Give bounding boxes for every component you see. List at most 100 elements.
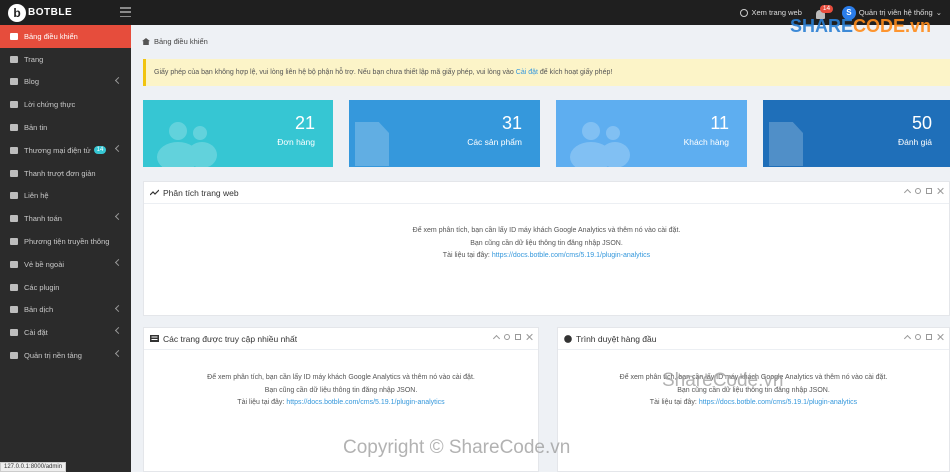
panel-message-line2: Bạn cũng cần dữ liệu thông tin đăng nhập… [470, 239, 623, 247]
reload-icon[interactable] [504, 334, 510, 340]
panel-message-line1: Để xem phân tích, bạn cần lấy ID máy khá… [412, 227, 681, 234]
panel-message-line1: Để xem phân tích, bạn cần lấy ID máy khá… [207, 374, 475, 381]
book-icon [9, 55, 18, 64]
sidebar-item-label: Bản dịch [24, 305, 54, 315]
stat-label: Các sản phẩm [467, 137, 522, 147]
file-icon [769, 122, 803, 166]
menu-toggle-icon[interactable] [120, 7, 131, 17]
sidebar-item-label: Vẻ bề ngoài [24, 259, 65, 269]
user-shield-icon [9, 351, 18, 360]
stat-label: Khách hàng [683, 137, 729, 147]
breadcrumb: Bảng điều khiển [142, 37, 208, 46]
stat-value: 21 [294, 113, 315, 133]
sidebar-item-label: Phương tiện truyền thông [24, 237, 110, 247]
globe-icon [564, 334, 572, 343]
sidebar-item[interactable]: Trang [0, 48, 131, 71]
docs-link[interactable]: https://docs.botble.com/cms/5.19.1/plugi… [699, 399, 857, 406]
stat-value: 50 [911, 113, 932, 133]
sidebar-item[interactable]: Các plugin [0, 276, 131, 299]
list-icon [150, 335, 159, 342]
sidebar-item[interactable]: Blog [0, 71, 131, 94]
chevron-left-icon [114, 304, 123, 312]
users-icon [562, 122, 630, 167]
watermark-copyright: Copyright © ShareCode.vn [343, 437, 571, 458]
globe-icon [740, 8, 749, 17]
brand-name: BOTBLE [28, 7, 73, 18]
panel-message-prefix: Tài liệu tại đây: [442, 252, 492, 259]
chevron-left-icon [114, 258, 123, 267]
fullscreen-icon[interactable] [515, 334, 521, 340]
collapse-icon[interactable] [903, 188, 912, 197]
alert-text: Giấy phép của bạn không hợp lệ, vui lòng… [154, 69, 516, 76]
close-icon[interactable] [937, 334, 943, 340]
collapse-icon[interactable] [903, 334, 912, 343]
sidebar-item[interactable]: Bản dịch [0, 299, 131, 322]
sidebar-item-label: Liên hệ [24, 191, 49, 201]
status-url: 127.0.0.1:8000/admin [0, 462, 67, 472]
sidebar-item[interactable]: Bản tin [0, 116, 131, 139]
sidebar-item[interactable]: Thanh trượt đơn giản [0, 162, 131, 185]
sidebar-item[interactable]: Thanh toán [0, 207, 131, 230]
image-icon [9, 169, 18, 178]
stat-value: 31 [501, 113, 522, 133]
close-icon[interactable] [937, 188, 943, 194]
stat-card[interactable]: 11 Khách hàng [556, 100, 747, 167]
sidebar-item[interactable]: Cài đặt [0, 321, 131, 344]
stat-label: Đơn hàng [277, 137, 315, 147]
panel-title: Trình duyệt hàng đầu [576, 333, 657, 344]
sidebar-item[interactable]: Phương tiện truyền thông [0, 230, 131, 253]
docs-link[interactable]: https://docs.botble.com/cms/5.19.1/plugi… [492, 252, 650, 259]
stat-value: 11 [710, 113, 729, 133]
credit-card-icon [9, 214, 18, 223]
envelope-icon [9, 191, 18, 200]
sidebar-item-label: Cài đặt [24, 328, 48, 338]
chevron-left-icon [114, 350, 123, 358]
breadcrumb-label[interactable]: Bảng điều khiển [154, 37, 208, 46]
watermark-logo: SHARECODE.vn [790, 16, 932, 36]
media-icon [9, 237, 18, 246]
file-icon [355, 122, 389, 166]
stat-label: Đánh giá [897, 137, 932, 147]
plug-icon [9, 283, 18, 292]
reload-icon[interactable] [915, 334, 921, 340]
sidebar-item-label: Lời chứng thực [24, 100, 76, 110]
home-icon [142, 38, 150, 45]
chevron-left-icon [114, 76, 123, 84]
users-icon [149, 122, 217, 167]
panel-message-line2: Bạn cũng cần dữ liệu thông tin đăng nhập… [264, 386, 418, 394]
stat-card[interactable]: 21 Đơn hàng [143, 100, 333, 167]
language-icon [9, 305, 18, 314]
comment-icon [9, 100, 18, 109]
sidebar-item-label: Thanh trượt đơn giản [24, 168, 96, 178]
reload-icon[interactable] [915, 188, 921, 194]
panel-message-prefix: Tài liệu tại đây: [237, 399, 287, 406]
collapse-icon[interactable] [492, 334, 501, 343]
stat-card[interactable]: 50 Đánh giá [763, 100, 950, 167]
panel-title: Các trang được truy cập nhiều nhất [163, 333, 298, 344]
stat-card[interactable]: 31 Các sản phẩm [349, 100, 540, 167]
sidebar-item-label: Bảng điều khiển [24, 31, 78, 41]
close-icon[interactable] [526, 334, 532, 340]
sidebar-item[interactable]: Lời chứng thực [0, 93, 131, 116]
analytics-panel: Phân tích trang web Để xem phân tích, bạ… [143, 181, 950, 316]
sidebar-item-label: Quản trị nền tảng [24, 351, 82, 361]
sidebar-item-label: Thương mại điện tử [24, 145, 91, 155]
newspaper-icon [9, 123, 18, 132]
sidebar-item-label: Thanh toán [24, 214, 62, 224]
chevron-left-icon [114, 327, 123, 335]
sidebar-item[interactable]: Quản trị nền tảng [0, 344, 131, 367]
fullscreen-icon[interactable] [926, 334, 932, 340]
alert-settings-link[interactable]: Cài đặt [516, 69, 538, 76]
sidebar-item[interactable]: Bảng điều khiển [0, 25, 131, 48]
chevron-left-icon [114, 144, 123, 153]
notification-badge: 14 [819, 4, 834, 13]
logo[interactable]: b BOTBLE [8, 3, 128, 23]
sidebar-item[interactable]: Liên hệ [0, 185, 131, 208]
license-alert: Giấy phép của bạn không hợp lệ, vui lòng… [143, 59, 950, 86]
sidebar-item-label: Blog [24, 77, 40, 87]
sidebar-item[interactable]: Vẻ bề ngoài [0, 253, 131, 276]
watermark-text: ShareCode.vn [662, 370, 784, 391]
sidebar-item[interactable]: Thương mại điện tử 14 [0, 139, 131, 162]
fullscreen-icon[interactable] [926, 188, 932, 194]
docs-link[interactable]: https://docs.botble.com/cms/5.19.1/plugi… [286, 399, 444, 406]
